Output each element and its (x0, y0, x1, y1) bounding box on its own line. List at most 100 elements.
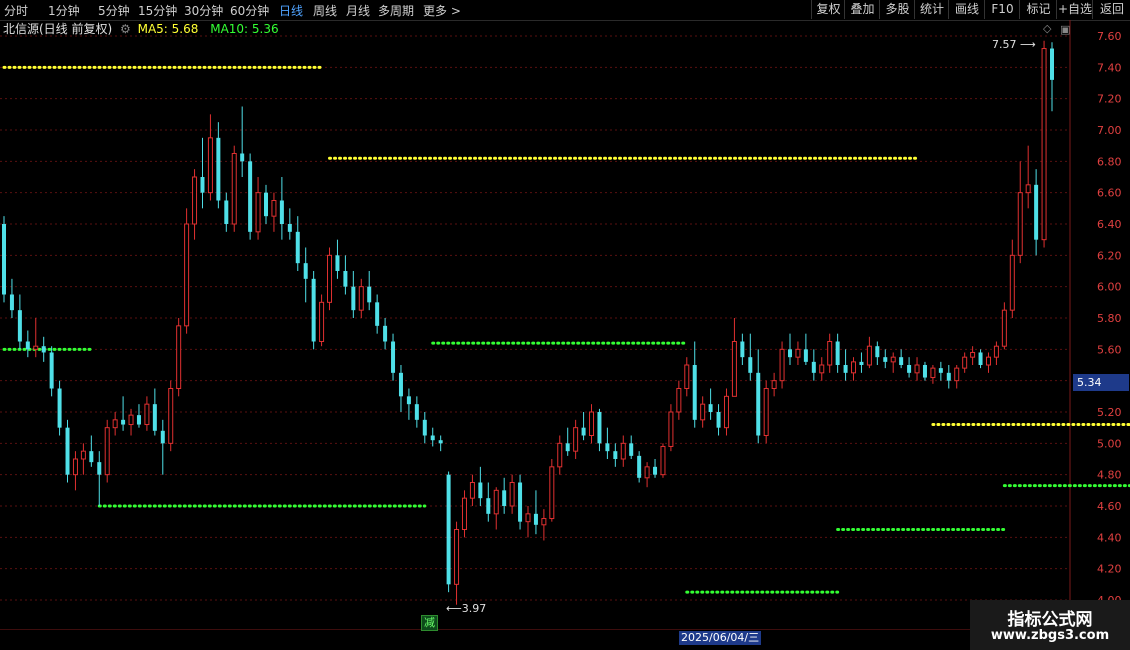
candle-body (811, 361, 816, 373)
candle-body (207, 137, 213, 194)
period-tab-7[interactable]: 周线 (313, 2, 337, 19)
candle-body (676, 388, 682, 413)
candle-body (700, 403, 706, 421)
candle-body (859, 361, 864, 365)
candle-body (946, 372, 951, 381)
candle-body (72, 458, 78, 476)
cursor-date-badge: 2025/06/04/三 (679, 631, 762, 645)
candle-body (795, 348, 801, 358)
toolbar-button-7[interactable]: +自选 (1056, 0, 1093, 19)
candle-body (597, 412, 602, 444)
candle-body (391, 341, 396, 373)
candle-body (367, 286, 372, 303)
y-axis-label: 5.80 (1097, 312, 1122, 325)
candle-body (335, 255, 340, 271)
candle-body (89, 451, 94, 463)
candle-body (502, 490, 507, 506)
reduce-signal-marker[interactable]: 减 (421, 615, 438, 631)
candle-body (557, 442, 563, 468)
candle-body (478, 482, 483, 499)
candle-body (788, 349, 792, 358)
candle-body (899, 357, 904, 365)
y-axis-label: 7.00 (1097, 124, 1122, 137)
candle-body (327, 254, 333, 303)
candle-body (629, 443, 634, 456)
candle-body (469, 482, 475, 499)
candle-body (613, 451, 618, 459)
current-price-badge: 5.34 (1073, 374, 1129, 391)
candle-body (41, 346, 46, 353)
y-axis-label: 4.40 (1097, 531, 1122, 544)
candle-body (589, 411, 595, 436)
candle-body (668, 411, 674, 447)
candle-body (303, 263, 308, 279)
y-axis-label: 7.40 (1097, 61, 1122, 74)
candle-body (549, 466, 555, 520)
period-tab-10[interactable]: 更多 > (423, 2, 461, 19)
candle-body (33, 345, 39, 350)
candle-body (493, 489, 499, 515)
candle-body (398, 372, 403, 397)
chart-title-bar: 北信源(日线 前复权) ⚙ MA5: 5.68 MA10: 5.36 (0, 20, 279, 38)
candle-body (653, 466, 658, 475)
y-axis-label: 6.40 (1097, 218, 1122, 231)
candle-body (49, 352, 54, 389)
candle-body (255, 192, 261, 233)
candle-body (184, 223, 190, 327)
toolbar-button-0[interactable]: 复权 (811, 0, 845, 19)
watermark-url: www.zbgs3.com (990, 628, 1110, 643)
period-tab-1[interactable]: 1分钟 (48, 2, 80, 19)
candle-body (319, 301, 325, 343)
period-tab-6[interactable]: 日线 (279, 2, 303, 19)
candle-body (692, 365, 697, 420)
watermark: 指标公式网 www.zbgs3.com (970, 600, 1130, 650)
stock-title[interactable]: 北信源(日线 前复权) (3, 22, 112, 36)
period-tab-9[interactable]: 多周期 (378, 2, 414, 19)
candle-body (295, 231, 300, 264)
candle-body (637, 455, 642, 478)
candle-body (25, 341, 30, 350)
candle-body (985, 356, 991, 366)
candle-body (954, 367, 960, 382)
candle-body (518, 482, 523, 522)
candle-body (414, 404, 419, 420)
candle-body (962, 356, 968, 369)
candle-body (922, 365, 927, 378)
candle-body (843, 365, 848, 373)
candle-body (533, 513, 538, 525)
period-tab-8[interactable]: 月线 (346, 2, 370, 19)
candle-body (279, 200, 284, 224)
candle-body (756, 372, 761, 436)
candle-body (144, 403, 150, 426)
period-tab-2[interactable]: 5分钟 (98, 2, 130, 19)
y-axis-label: 7.60 (1097, 30, 1122, 43)
toolbar-button-8[interactable]: 返回 (1092, 0, 1130, 19)
period-tab-5[interactable]: 60分钟 (230, 2, 269, 19)
period-tab-0[interactable]: 分时 (4, 2, 28, 19)
y-axis-label: 7.20 (1097, 93, 1122, 106)
candle-body (771, 380, 777, 389)
period-tab-3[interactable]: 15分钟 (138, 2, 177, 19)
toolbar-button-2[interactable]: 多股 (879, 0, 915, 19)
toolbar-button-6[interactable]: 标记 (1019, 0, 1057, 19)
kline-chart[interactable]: 7.60 7.40 7.20 7.00 6.80 6.60 6.40 6.20 6.00 5.80… (0, 20, 1130, 630)
candle-body (240, 153, 245, 162)
candle-body (938, 368, 943, 373)
candle-body (446, 474, 451, 585)
toolbar-button-4[interactable]: 画线 (948, 0, 985, 19)
ma5-label: MA5: 5.68 (137, 22, 199, 36)
diamond-icon: ◇ (1043, 22, 1052, 35)
y-axis-label: 5.00 (1097, 437, 1122, 450)
candle-body (454, 529, 460, 585)
y-axis-label: 4.20 (1097, 563, 1122, 576)
toolbar-button-5[interactable]: F10 (984, 0, 1020, 19)
candle-body (827, 341, 833, 366)
settings-gear-icon[interactable]: ⚙ (120, 22, 131, 36)
toolbar-button-3[interactable]: 统计 (914, 0, 949, 19)
window-icon: ▣ (1060, 23, 1070, 36)
toolbar-button-1[interactable]: 叠加 (844, 0, 880, 19)
candle-body (80, 450, 86, 460)
candle-body (740, 341, 745, 358)
period-tab-4[interactable]: 30分钟 (184, 2, 223, 19)
candle-body (763, 388, 769, 436)
